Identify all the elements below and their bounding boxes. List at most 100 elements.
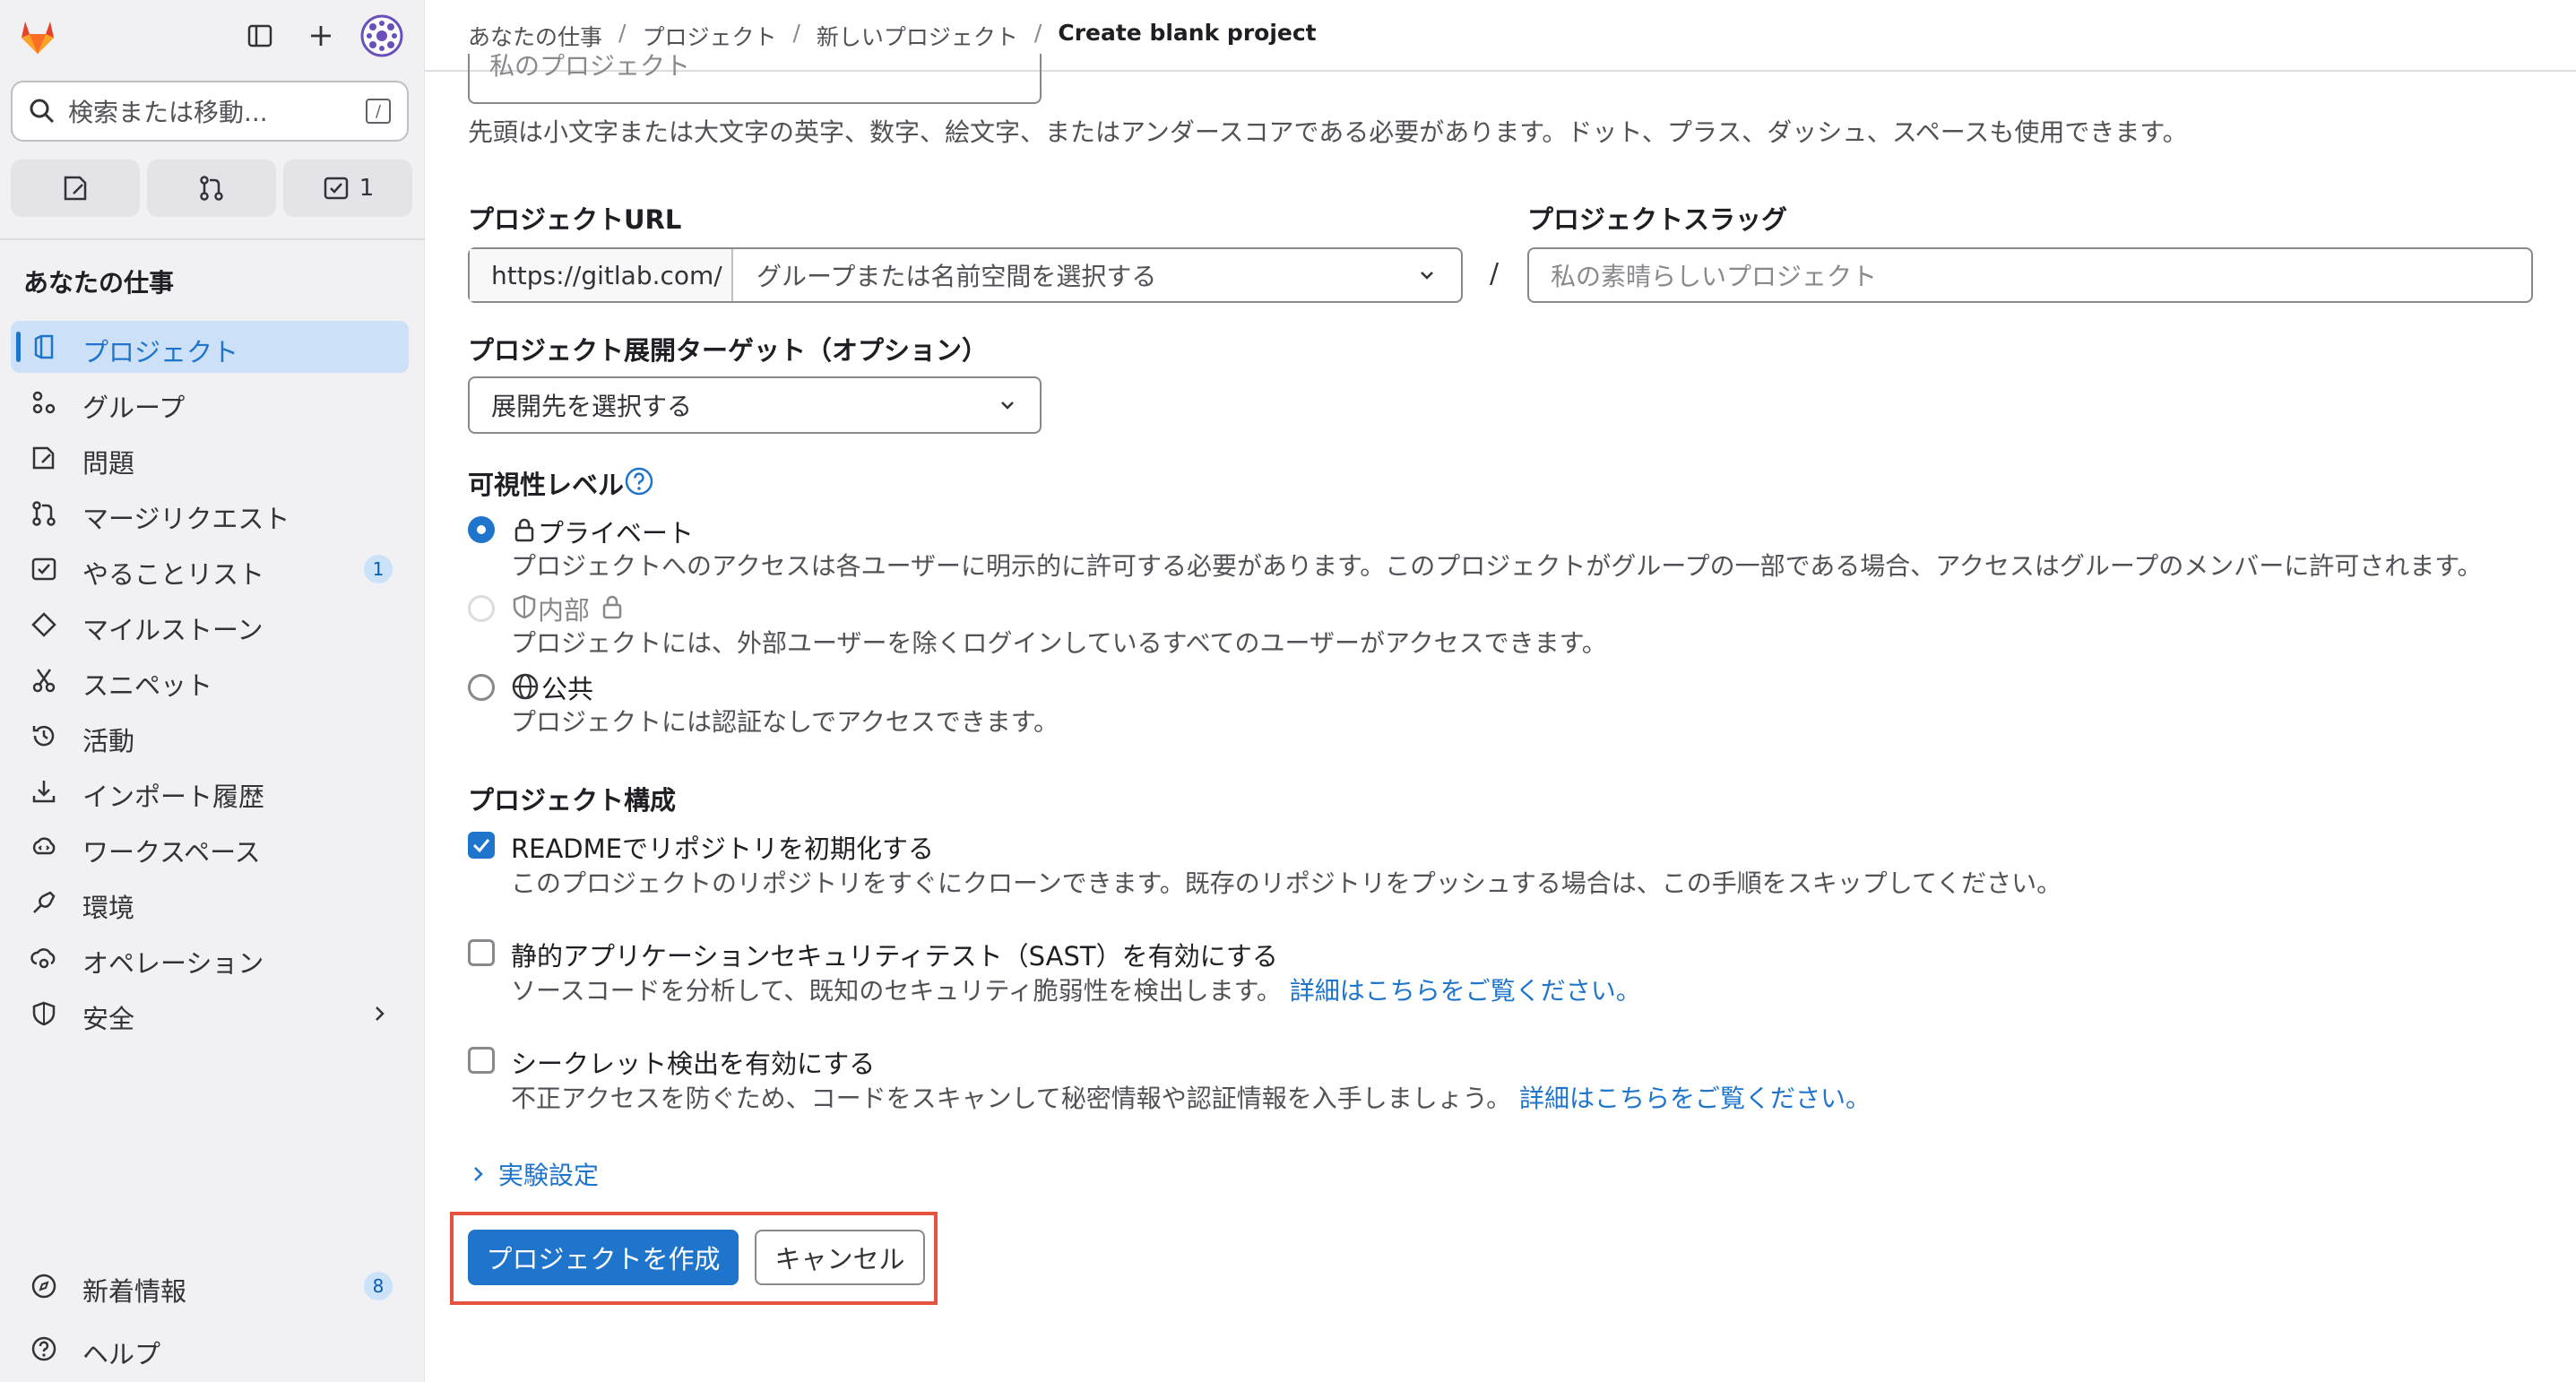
sidebar-item-security[interactable]: 安全 [11, 988, 409, 1040]
breadcrumb-item[interactable]: プロジェクト [642, 20, 776, 52]
milestone-icon [31, 612, 56, 637]
sidebar-item-snippets[interactable]: スニペット [11, 654, 409, 706]
sidebar-item-label: マージリクエスト [82, 504, 290, 534]
sidebar-item-environments[interactable]: 環境 [11, 877, 409, 929]
breadcrumb-current: Create blank project [1058, 20, 1317, 46]
project-url-group: https://gitlab.com/ グループまたは名前空間を選択する [468, 247, 1463, 303]
visibility-private-desc: プロジェクトへのアクセスは各ユーザーに明示的に許可する必要があります。このプロジ… [511, 551, 2483, 581]
sast-checkbox[interactable] [468, 939, 495, 966]
visibility-private-title: プライベート [538, 518, 695, 548]
sidebar-item-operations[interactable]: オペレーション [11, 932, 409, 984]
sidebar-item-activity[interactable]: 活動 [11, 710, 409, 762]
init-readme-checkbox[interactable] [468, 832, 495, 859]
search-input[interactable]: 検索または移動... / [11, 81, 409, 142]
sidebar-item-issues[interactable]: 問題 [11, 432, 409, 484]
create-new-button[interactable] [301, 16, 341, 56]
sidebar-item-label: やることリスト [82, 559, 265, 590]
toggle-sidebar-button[interactable] [240, 16, 280, 56]
sidebar-item-projects[interactable]: プロジェクト [11, 321, 409, 373]
namespace-select-label: グループまたは名前空間を選択する [756, 262, 1157, 291]
sidebar-toggle-icon [247, 24, 272, 48]
user-avatar[interactable] [360, 14, 403, 57]
experimental-settings-toggle[interactable]: 実験設定 [470, 1156, 599, 1192]
sidebar-item-groups[interactable]: グループ [11, 376, 409, 428]
chevron-down-icon [1421, 272, 1433, 280]
secret-detection-title: シークレット検出を有効にする [511, 1049, 876, 1079]
merge-requests-button[interactable] [147, 160, 276, 217]
sidebar-item-label: オペレーション [82, 948, 264, 979]
globe-icon [512, 673, 539, 700]
secret-detection-checkbox[interactable] [468, 1047, 495, 1074]
visibility-public-radio[interactable] [468, 674, 495, 701]
sidebar-item-todos[interactable]: やることリスト 1 [11, 543, 409, 595]
project-url-label: プロジェクトURL [468, 204, 682, 235]
deploy-target-select-label: 展開先を選択する [491, 392, 693, 421]
assigned-issues-button[interactable] [11, 160, 140, 217]
sidebar-item-milestones[interactable]: マイルストーン [11, 599, 409, 651]
secret-detection-learn-more-link[interactable]: 詳細はこちらをご覧ください。 [1519, 1084, 1871, 1113]
experimental-settings-label: 実験設定 [498, 1161, 600, 1190]
import-icon [32, 781, 56, 803]
cancel-button[interactable]: キャンセル [755, 1230, 925, 1285]
help-icon[interactable] [624, 466, 654, 497]
project-name-input[interactable]: 私のプロジェクト [468, 54, 1042, 104]
secret-detection-desc-line: 不正アクセスを防ぐため、コードをスキャンして秘密情報や認証情報を入手しましょう。… [511, 1079, 1871, 1115]
visibility-public-title: 公共 [541, 674, 594, 704]
sidebar-item-import-history[interactable]: インポート履歴 [11, 765, 409, 817]
breadcrumb-separator: / [618, 20, 627, 46]
chevron-down-icon [1001, 402, 1014, 410]
sast-desc: ソースコードを分析して、既知のセキュリティ脆弱性を検出します。 [511, 976, 1282, 1006]
search-placeholder: 検索または移動... [68, 98, 268, 127]
project-icon [34, 334, 54, 359]
visibility-public-desc: プロジェクトには認証なしでアクセスできます。 [511, 707, 1059, 737]
sidebar-item-label: 環境 [82, 893, 135, 923]
snippet-icon [32, 669, 56, 693]
visibility-private-radio[interactable] [468, 516, 495, 543]
sidebar-item-label: マイルストーン [82, 615, 264, 645]
sidebar-item-help[interactable]: ヘルプ [11, 1323, 409, 1375]
sast-learn-more-link[interactable]: 詳細はこちらをご覧ください。 [1290, 976, 1641, 1006]
todo-icon [31, 557, 56, 581]
visibility-level-label: 可視性レベル [468, 470, 625, 500]
operations-icon [30, 948, 56, 969]
deploy-target-select[interactable]: 展開先を選択する [468, 376, 1042, 434]
secret-detection-desc: 不正アクセスを防ぐため、コードをスキャンして秘密情報や認証情報を入手しましょう。 [511, 1084, 1512, 1113]
lock-icon [514, 518, 534, 542]
breadcrumb-item[interactable]: 新しいプロジェクト [817, 20, 1018, 52]
search-icon [30, 99, 55, 124]
sidebar-item-label: 問題 [82, 448, 135, 479]
group-icon [32, 391, 56, 414]
project-slug-input[interactable]: 私の素晴らしいプロジェクト [1527, 247, 2533, 303]
sidebar-item-label: 新着情報 [82, 1276, 187, 1307]
history-icon [32, 725, 55, 747]
namespace-select[interactable]: グループまたは名前空間を選択する [733, 249, 1461, 301]
sidebar: 検索または移動... / 1 あなたの仕事 プロジェクト グループ 問題 マージ… [0, 0, 425, 1382]
sast-title: 静的アプリケーションセキュリティテスト（SAST）を有効にする [511, 941, 1278, 972]
project-config-label: プロジェクト構成 [468, 785, 677, 816]
breadcrumb: あなたの仕事 / プロジェクト / 新しいプロジェクト / Create blank … [468, 20, 1317, 52]
sidebar-item-merge-requests[interactable]: マージリクエスト [11, 488, 409, 540]
breadcrumb-item[interactable]: あなたの仕事 [468, 20, 602, 52]
sidebar-item-whats-new[interactable]: 新着情報 8 [11, 1260, 409, 1312]
question-circle-icon [31, 1336, 56, 1361]
workspace-icon [32, 837, 56, 855]
chevron-right-icon [376, 1006, 385, 1021]
breadcrumb-separator: / [1033, 20, 1042, 46]
sidebar-header [0, 0, 425, 72]
sidebar-item-label: 安全 [82, 1004, 135, 1034]
deploy-target-label: プロジェクト展開ターゲット（オプション） [468, 335, 989, 366]
gitlab-logo-icon[interactable] [14, 13, 61, 59]
issues-icon [64, 176, 87, 201]
shield-icon [513, 594, 536, 619]
sidebar-item-label: ワークスペース [82, 837, 261, 868]
init-readme-desc: このプロジェクトのリポジトリをすぐにクローンできます。既存のリポジトリをプッシュ… [511, 868, 2062, 898]
breadcrumb-separator: / [792, 20, 800, 46]
merge-request-icon [200, 176, 223, 201]
url-prefix: https://gitlab.com/ [470, 249, 733, 301]
sidebar-item-workspaces[interactable]: ワークスペース [11, 821, 409, 873]
create-project-button[interactable]: プロジェクトを作成 [468, 1230, 739, 1285]
sidebar-section-title: あなたの仕事 [23, 268, 175, 298]
url-slash: / [1490, 258, 1500, 289]
visibility-internal-title: 内部 [538, 595, 591, 626]
todos-button[interactable]: 1 [283, 160, 412, 217]
